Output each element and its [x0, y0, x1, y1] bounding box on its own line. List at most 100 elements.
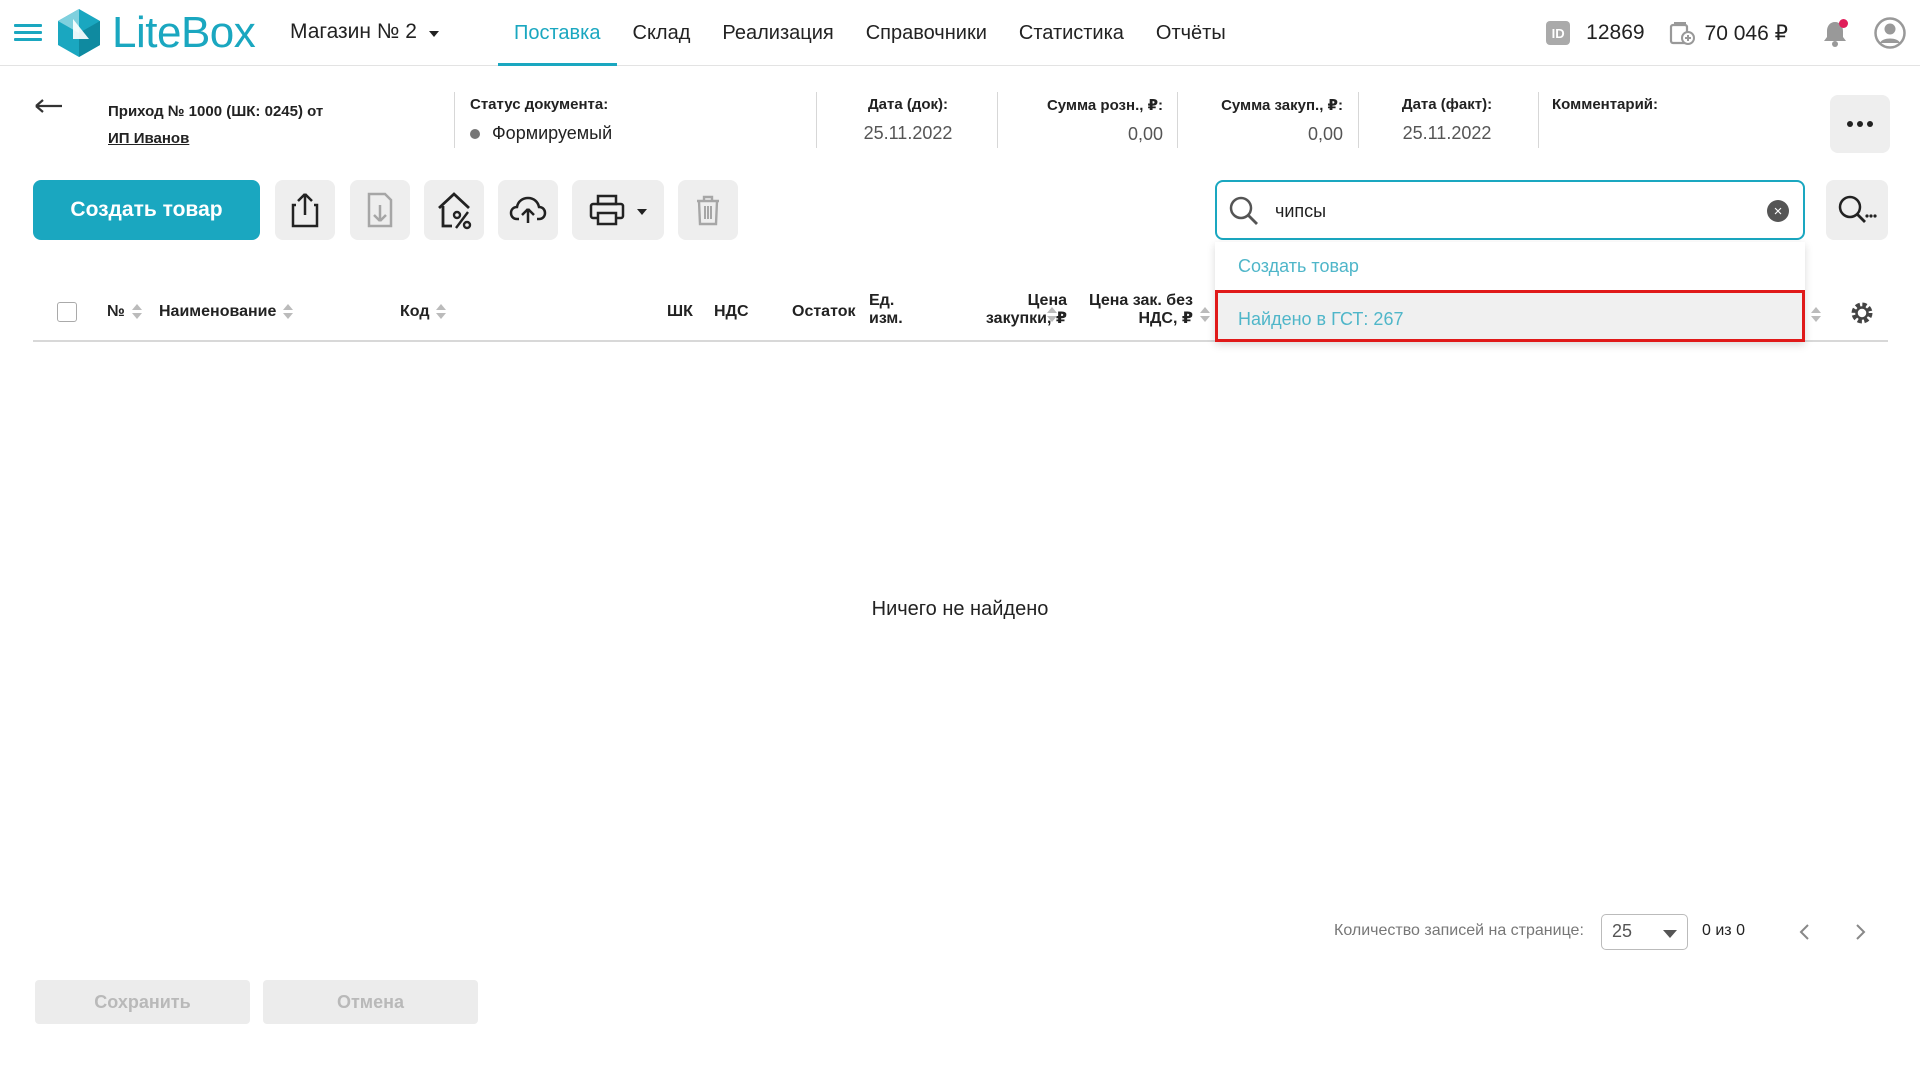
nav-item-references[interactable]: Справочники [850, 0, 1003, 66]
date-fact-field: Дата (факт): 25.11.2022 [1392, 96, 1502, 144]
column-unit[interactable]: Ед. изм. [869, 292, 903, 328]
comment-label: Комментарий: [1552, 96, 1659, 113]
status-value: Формируемый [470, 123, 612, 144]
top-bar: LiteBox Магазин № 2 Поставка Склад Реали… [0, 0, 1920, 66]
sort-icon [435, 303, 447, 321]
notification-badge [1839, 19, 1848, 28]
user-avatar-icon[interactable] [1874, 17, 1906, 49]
column-code[interactable]: Код [400, 303, 447, 321]
purchase-sum-value: 0,00 [1307, 124, 1343, 144]
app-name: LiteBox [112, 8, 256, 57]
page-size-value: 25 [1612, 921, 1633, 941]
balance-value: 70 046 ₽ [1704, 21, 1788, 45]
divider [1177, 92, 1178, 148]
next-page-icon[interactable] [1850, 922, 1870, 942]
search-suggestions: Создать товар Найдено в ГСТ: 267 [1215, 242, 1805, 342]
status-dot [470, 129, 480, 140]
status-label: Статус документа: [470, 96, 609, 113]
suggestion-create-product[interactable]: Создать товар [1215, 242, 1805, 290]
more-options-button[interactable] [1830, 95, 1890, 153]
nav-item-warehouse[interactable]: Склад [617, 0, 707, 66]
column-vat[interactable]: НДС [714, 303, 749, 321]
back-arrow-icon[interactable] [34, 98, 64, 114]
main-nav: Поставка Склад Реализация Справочники Ст… [498, 0, 1242, 66]
column-barcode[interactable]: ШК [667, 303, 693, 321]
export-button[interactable] [275, 180, 335, 240]
sort-icon [131, 303, 143, 321]
search-field[interactable]: × [1215, 180, 1805, 240]
records-count: 0 из 0 [1702, 922, 1745, 939]
date-fact-label: Дата (факт): [1401, 96, 1493, 113]
divider [454, 92, 455, 148]
page-size-select[interactable]: 25 [1601, 914, 1688, 950]
price-markup-icon [438, 192, 472, 230]
import-button[interactable] [350, 180, 410, 240]
id-icon: ID [1546, 21, 1571, 45]
store-selector[interactable]: Магазин № 2 [290, 20, 439, 44]
gear-icon[interactable] [1848, 299, 1876, 327]
column-stock[interactable]: Остаток [792, 303, 855, 321]
more-dots-icon [1847, 121, 1853, 127]
page-size-label: Количество записей на странице: [1334, 922, 1584, 939]
export-icon [291, 193, 319, 228]
select-all-checkbox[interactable] [57, 302, 77, 322]
date-doc-field: Дата (док): 25.11.2022 [860, 96, 956, 144]
trash-icon [697, 195, 719, 226]
column-name[interactable]: Наименование [159, 303, 294, 321]
chevron-down-icon [1663, 930, 1677, 938]
store-name: Магазин № 2 [290, 20, 417, 43]
retail-sum-label: Сумма розн., ₽: [1046, 97, 1163, 114]
search-icon [1229, 196, 1258, 225]
chevron-down-icon [428, 30, 439, 37]
chevron-down-icon [637, 208, 647, 215]
delete-button[interactable] [678, 180, 738, 240]
date-doc-value[interactable]: 25.11.2022 [860, 123, 956, 144]
divider [1358, 92, 1359, 148]
advanced-search-icon [1838, 195, 1877, 223]
litebox-logo-icon [58, 9, 100, 57]
sort-icon[interactable] [1046, 306, 1058, 324]
document-number: Приход № 1000 (ШК: 0245) от [108, 103, 324, 120]
prev-page-icon[interactable] [1795, 922, 1815, 942]
status-field: Статус документа: Формируемый [470, 96, 612, 144]
date-fact-value[interactable]: 25.11.2022 [1392, 123, 1502, 144]
save-button[interactable]: Сохранить [35, 980, 250, 1024]
account-area: ID 12869 70 046 ₽ [1546, 0, 1906, 66]
notifications-button[interactable] [1822, 19, 1848, 47]
search-input[interactable] [1275, 194, 1735, 228]
cloud-upload-icon [509, 196, 547, 223]
sort-icon [282, 303, 294, 321]
logo[interactable]: LiteBox [54, 6, 256, 60]
nav-item-supply[interactable]: Поставка [498, 0, 617, 66]
clear-search-icon[interactable]: × [1767, 200, 1789, 222]
sort-icon[interactable] [1810, 306, 1822, 324]
price-markup-button[interactable] [424, 180, 484, 240]
nav-item-sales[interactable]: Реализация [706, 0, 849, 66]
comment-field[interactable]: Комментарий: [1552, 96, 1658, 123]
retail-sum-value: 0,00 [1127, 124, 1163, 144]
divider [1538, 92, 1539, 148]
suggestion-found-in-gst[interactable]: Найдено в ГСТ: 267 [1215, 290, 1805, 342]
nav-item-statistics[interactable]: Статистика [1003, 0, 1140, 66]
printer-icon [589, 194, 625, 226]
print-button[interactable] [572, 180, 664, 240]
menu-icon[interactable] [14, 24, 42, 42]
date-doc-label: Дата (док): [867, 96, 949, 113]
purchase-sum-label: Сумма закуп., ₽: [1221, 97, 1343, 114]
supplier-link[interactable]: ИП Иванов [108, 125, 323, 152]
purchase-sum-field: Сумма закуп., ₽: 0,00 [1190, 96, 1343, 145]
nav-item-reports[interactable]: Отчёты [1140, 0, 1242, 66]
advanced-search-button[interactable] [1826, 180, 1888, 240]
account-id: 12869 [1586, 21, 1645, 44]
column-purchase-price-no-vat[interactable]: Цена зак. без НДС, ₽ [1073, 292, 1193, 328]
balance-icon[interactable] [1669, 20, 1695, 46]
document-title: Приход № 1000 (ШК: 0245) от ИП Иванов [108, 98, 323, 152]
cancel-button[interactable]: Отмена [263, 980, 478, 1024]
column-number[interactable]: № [107, 303, 143, 321]
empty-state-message: Ничего не найдено [871, 598, 1049, 620]
cloud-upload-button[interactable] [498, 180, 558, 240]
divider [816, 92, 817, 148]
retail-sum-field: Сумма розн., ₽: 0,00 [1010, 96, 1163, 145]
sort-icon[interactable] [1199, 306, 1211, 324]
create-product-button[interactable]: Создать товар [33, 180, 260, 240]
